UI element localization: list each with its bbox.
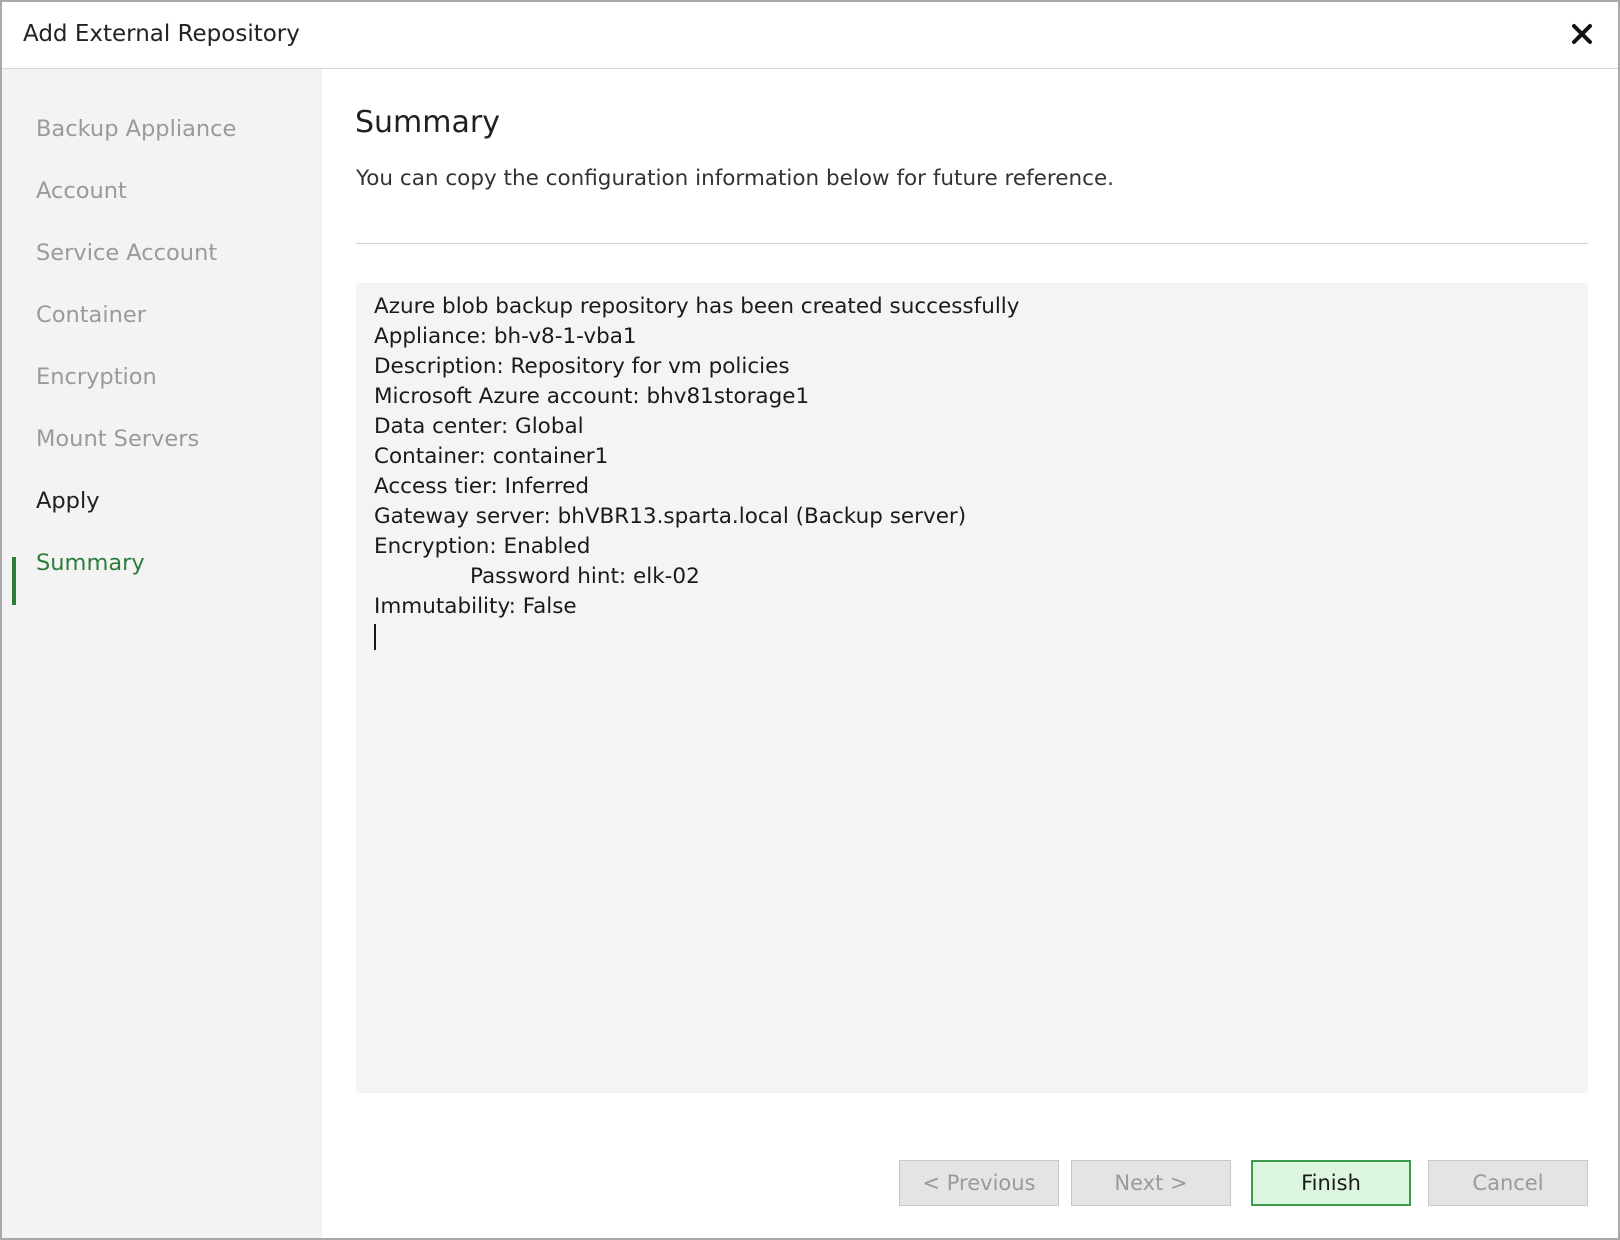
finish-button[interactable]: Finish xyxy=(1251,1160,1411,1206)
page-title: Summary xyxy=(355,105,500,140)
step-apply[interactable]: Apply xyxy=(36,488,100,514)
previous-button[interactable]: < Previous xyxy=(899,1160,1059,1206)
close-button[interactable] xyxy=(1562,14,1602,54)
title-bar: Add External Repository xyxy=(2,2,1618,69)
wizard-steps-sidebar: Backup Appliance Account Service Account… xyxy=(2,69,322,1238)
summary-line: Container: container1 xyxy=(374,444,609,469)
summary-line: Description: Repository for vm policies xyxy=(374,354,790,379)
add-external-repository-dialog: Add External Repository Backup Appliance… xyxy=(0,0,1620,1240)
summary-textbox[interactable]: Azure blob backup repository has been cr… xyxy=(356,283,1588,1093)
step-account[interactable]: Account xyxy=(36,178,127,204)
summary-line: Azure blob backup repository has been cr… xyxy=(374,294,1020,319)
step-backup-appliance[interactable]: Backup Appliance xyxy=(36,116,236,142)
step-container[interactable]: Container xyxy=(36,302,146,328)
window-title: Add External Repository xyxy=(23,21,300,47)
summary-line: Password hint: elk-02 xyxy=(470,564,700,589)
step-mount-servers[interactable]: Mount Servers xyxy=(36,426,199,452)
step-encryption[interactable]: Encryption xyxy=(36,364,157,390)
step-service-account[interactable]: Service Account xyxy=(36,240,217,266)
divider xyxy=(356,243,1588,244)
main-content: Summary You can copy the configuration i… xyxy=(322,69,1618,1238)
summary-line: Immutability: False xyxy=(374,594,577,619)
active-step-indicator xyxy=(12,557,16,605)
summary-line: Appliance: bh-v8-1-vba1 xyxy=(374,324,637,349)
step-summary[interactable]: Summary xyxy=(36,550,145,576)
close-icon xyxy=(1572,24,1592,44)
next-button[interactable]: Next > xyxy=(1071,1160,1231,1206)
cancel-button[interactable]: Cancel xyxy=(1428,1160,1588,1206)
summary-line: Gateway server: bhVBR13.sparta.local (Ba… xyxy=(374,504,967,529)
summary-line: Data center: Global xyxy=(374,414,584,439)
summary-line: Access tier: Inferred xyxy=(374,474,590,499)
summary-line: Microsoft Azure account: bhv81storage1 xyxy=(374,384,810,409)
page-subtitle: You can copy the configuration informati… xyxy=(356,166,1115,191)
text-cursor xyxy=(374,624,376,650)
summary-line: Encryption: Enabled xyxy=(374,534,591,559)
